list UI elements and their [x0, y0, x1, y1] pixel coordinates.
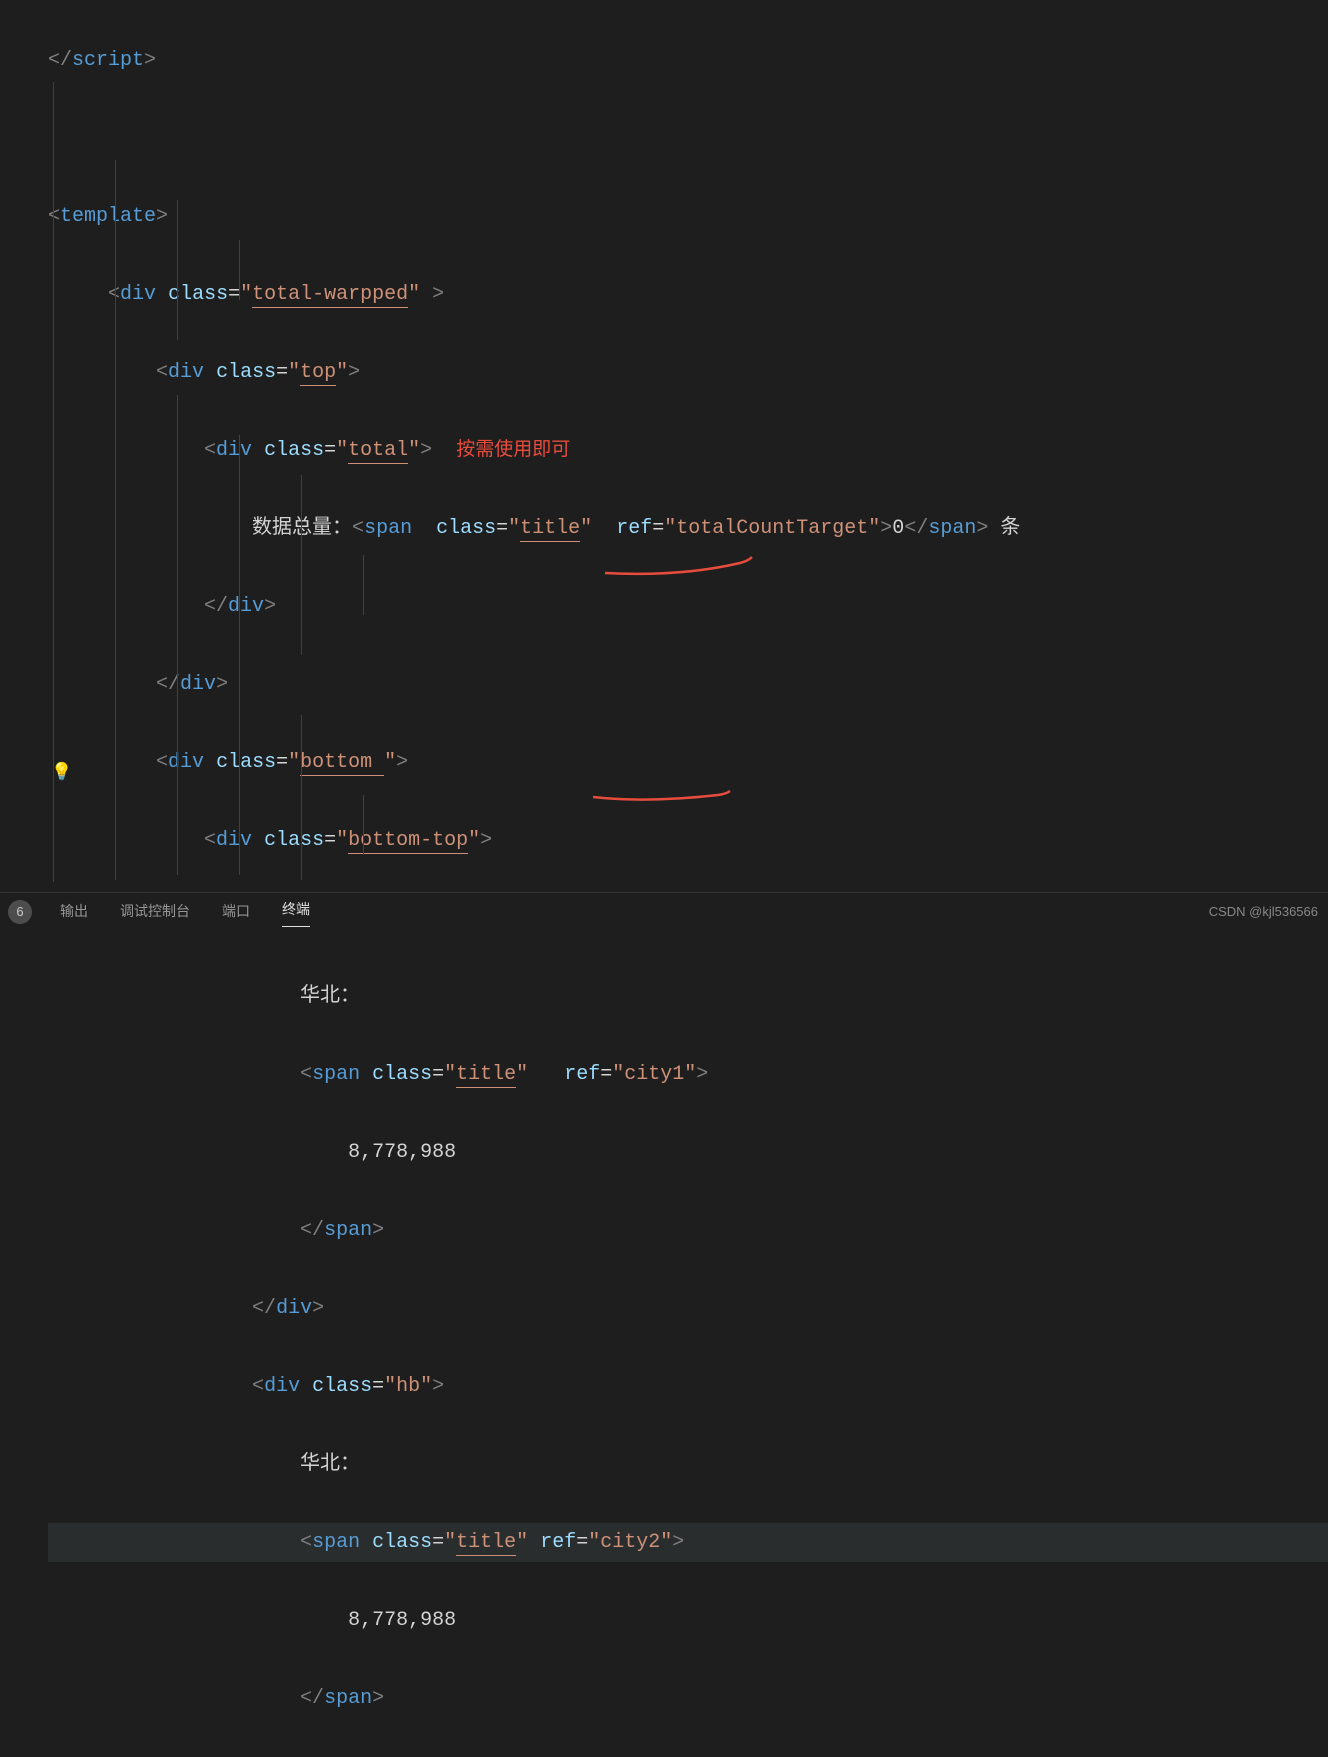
code-line: </span>: [48, 1211, 1328, 1250]
code-line: </div>: [48, 587, 1328, 626]
code-line-highlighted: <span class="title" ref="city2">: [48, 1523, 1328, 1562]
class-total: total: [348, 439, 408, 464]
problems-count-badge[interactable]: 6: [8, 900, 32, 924]
code-line: <div class="total"> 按需使用即可: [48, 431, 1328, 470]
text-tiao: 条: [988, 517, 1020, 540]
code-line: [48, 119, 1328, 158]
indent-guide: [301, 715, 302, 880]
tag-div-close: div: [276, 1297, 312, 1320]
code-line: <div class="total-warpped" >: [48, 275, 1328, 314]
code-line: 华北：: [48, 1445, 1328, 1484]
ref-total-count-target: totalCountTarget: [676, 517, 868, 540]
text-data-total: 数据总量：: [252, 517, 352, 540]
attr-class: class: [264, 439, 324, 462]
indent-guide: [239, 435, 240, 875]
attr-class: class: [216, 361, 276, 384]
tag-span: span: [364, 517, 412, 540]
code-line: </div>: [48, 1289, 1328, 1328]
attr-class: class: [372, 1531, 432, 1554]
class-title: title: [520, 517, 580, 542]
tag-div-close: div: [228, 595, 264, 618]
tag-div: div: [168, 361, 204, 384]
indent-guide: [301, 475, 302, 655]
bottom-panel-tabs: 6 输出 调试控制台 端口 终端: [0, 892, 1328, 930]
text-huabei: 华北：: [300, 985, 360, 1008]
code-line: </div>: [48, 665, 1328, 704]
watermark: CSDN @kjl536566: [1209, 899, 1318, 924]
code-line: </script>: [48, 41, 1328, 80]
tag-span-close: span: [928, 517, 976, 540]
tag-div: div: [216, 829, 252, 852]
attr-class: class: [436, 517, 496, 540]
attr-class: class: [312, 1375, 372, 1398]
indent-guide: [177, 395, 178, 875]
code-line: 数据总量：<span class="title" ref="totalCount…: [48, 509, 1328, 548]
tab-terminal[interactable]: 终端: [282, 896, 310, 926]
tag-div: div: [120, 283, 156, 306]
ref-city2: city2: [600, 1531, 660, 1554]
tag-span: span: [312, 1531, 360, 1554]
class-total-warpped: total-warpped: [252, 283, 408, 308]
code-line: <template>: [48, 197, 1328, 236]
text-huabei2: 华北：: [300, 1453, 360, 1476]
class-bottom-top: bottom-top: [348, 829, 468, 854]
tab-debug-console[interactable]: 调试控制台: [120, 898, 190, 925]
attr-class: class: [264, 829, 324, 852]
indent-guide: [177, 200, 178, 340]
tag-span-close: span: [324, 1219, 372, 1242]
tag-span-close: span: [324, 1687, 372, 1710]
code-line: <div class="bottom-top">: [48, 821, 1328, 860]
class-title: title: [456, 1531, 516, 1556]
code-line: 8,778,988: [48, 1133, 1328, 1172]
indent-guide: [363, 555, 364, 615]
indent-guide: [363, 795, 364, 855]
text-zero: 0: [892, 517, 904, 540]
code-line: </span>: [48, 1679, 1328, 1718]
lightbulb-icon[interactable]: 💡: [51, 757, 72, 790]
attr-ref: ref: [540, 1531, 576, 1554]
code-line: <div class="top">: [48, 353, 1328, 392]
problems-count: 6: [16, 899, 23, 924]
attr-ref: ref: [616, 517, 652, 540]
attr-class: class: [216, 751, 276, 774]
tab-output[interactable]: 输出: [60, 898, 88, 925]
attr-class: class: [372, 1063, 432, 1086]
indent-guide: [239, 240, 240, 300]
tag-script-close: script: [72, 49, 144, 72]
tag-div-close: div: [180, 673, 216, 696]
tag-span: span: [312, 1063, 360, 1086]
text-number1: 8,778,988: [348, 1141, 456, 1164]
code-line: <div class="hb">: [48, 1367, 1328, 1406]
code-line: 8,778,988: [48, 1601, 1328, 1640]
attr-ref: ref: [564, 1063, 600, 1086]
tab-port[interactable]: 端口: [222, 898, 250, 925]
tag-div: div: [216, 439, 252, 462]
tag-div: div: [168, 751, 204, 774]
text-number2: 8,778,988: [348, 1609, 456, 1632]
ref-city1: city1: [624, 1063, 684, 1086]
class-hb: hb: [396, 1375, 420, 1398]
tag-div: div: [264, 1375, 300, 1398]
class-title: title: [456, 1063, 516, 1088]
indent-guide: [115, 160, 116, 880]
code-line: <div class="bottom ">: [48, 743, 1328, 782]
code-line: <span class="title" ref="city1">: [48, 1055, 1328, 1094]
code-line: 华北：: [48, 977, 1328, 1016]
class-top: top: [300, 361, 336, 386]
tag-template: template: [60, 205, 156, 228]
annotation-comment: 按需使用即可: [456, 439, 570, 460]
code-editor[interactable]: </script> <template> <div class="total-w…: [0, 0, 1328, 1757]
class-bottom: bottom: [300, 751, 384, 776]
